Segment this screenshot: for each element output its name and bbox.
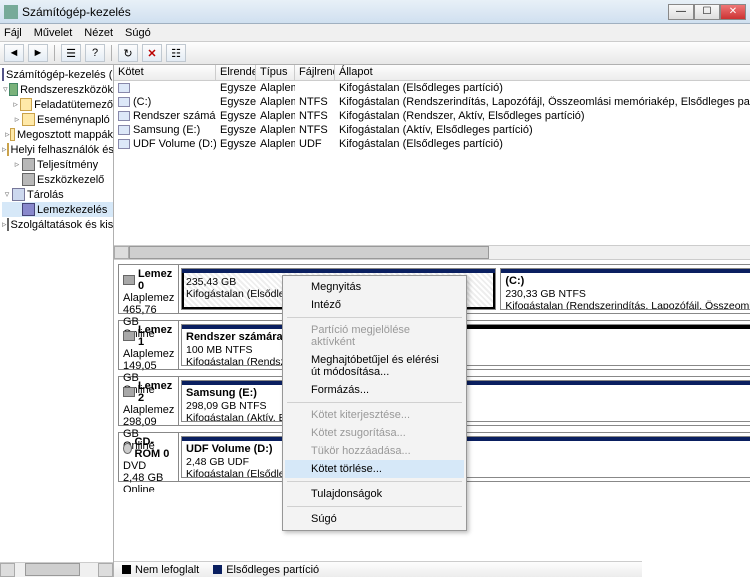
volume-row[interactable]: EgyszerűAlaplemezKifogástalan (Elsődlege… <box>114 81 750 95</box>
tree-root[interactable]: Számítógép-kezelés (Helyi) <box>2 67 113 82</box>
col-fajrendszer[interactable]: Fájlrendszer <box>295 65 335 80</box>
help-button[interactable]: ? <box>85 44 105 62</box>
view-list-button[interactable]: ☰ <box>61 44 81 62</box>
col-kotet[interactable]: Kötet <box>114 65 216 80</box>
delete-button[interactable]: ✕ <box>142 44 162 62</box>
legend-unalloc: Nem lefoglalt <box>135 564 199 576</box>
menu-file[interactable]: Fájl <box>4 27 22 39</box>
tree-sched[interactable]: ▹Feladatütemező <box>2 97 113 112</box>
disk-0-part-1[interactable]: (C:) 230,33 GB NTFS Kifogástalan (Rendsz… <box>500 268 750 310</box>
back-button[interactable]: ◄ <box>4 44 24 62</box>
legend-primary: Elsődleges partíció <box>226 564 319 576</box>
refresh-button[interactable]: ↻ <box>118 44 138 62</box>
ctx-change-drive-letter[interactable]: Meghajtóbetűjel és elérési út módosítása… <box>285 351 464 381</box>
minimize-button[interactable]: — <box>668 4 694 20</box>
menu-action[interactable]: Művelet <box>34 27 73 39</box>
maximize-button[interactable]: ☐ <box>694 4 720 20</box>
context-menu: Megnyitás Intéző Partíció megjelölése ak… <box>282 275 467 531</box>
tree-storage[interactable]: ▿Tárolás <box>2 187 113 202</box>
ctx-help[interactable]: Súgó <box>285 510 464 528</box>
disk-2-header[interactable]: Lemez 2 Alaplemez298,09 GBOnline <box>119 377 179 425</box>
menu-bar: Fájl Művelet Nézet Súgó <box>0 24 750 42</box>
tree-evt[interactable]: ▹Eseménynapló <box>2 112 113 127</box>
title-bar: Számítógép-kezelés — ☐ ✕ <box>0 0 750 24</box>
app-icon <box>4 5 18 19</box>
window-title: Számítógép-kezelés <box>22 5 668 19</box>
tree-diskmgmt[interactable]: Lemezkezelés <box>2 202 113 217</box>
ctx-mark-active[interactable]: Partíció megjelölése aktívként <box>285 321 464 351</box>
ctx-format[interactable]: Formázás... <box>285 381 464 399</box>
ctx-shrink[interactable]: Kötet zsugorítása... <box>285 424 464 442</box>
settings-button[interactable]: ☷ <box>166 44 186 62</box>
tree-systools[interactable]: ▿Rendszereszközök <box>2 82 113 97</box>
tree-devmgr[interactable]: Eszközkezelő <box>2 172 113 187</box>
col-allapot[interactable]: Állapot <box>335 65 750 80</box>
volume-icon <box>118 83 130 93</box>
center-hscroll[interactable] <box>114 245 750 260</box>
disk-icon <box>123 275 135 285</box>
forward-button[interactable]: ► <box>28 44 48 62</box>
ctx-delete-volume[interactable]: Kötet törlése... <box>285 460 464 478</box>
menu-help[interactable]: Súgó <box>125 27 151 39</box>
volume-row[interactable]: Rendszer számára fenntartottEgyszerűAlap… <box>114 109 750 123</box>
ctx-extend[interactable]: Kötet kiterjesztése... <box>285 406 464 424</box>
ctx-mirror[interactable]: Tükör hozzáadása... <box>285 442 464 460</box>
volume-header: Kötet Elrendezés Típus Fájlrendszer Álla… <box>114 65 750 81</box>
disk-icon <box>123 331 135 341</box>
volume-icon <box>118 125 130 135</box>
legend-bar: Nem lefoglalt Elsődleges partíció <box>114 561 642 577</box>
col-tipus[interactable]: Típus <box>256 65 295 80</box>
col-elrendezes[interactable]: Elrendezés <box>216 65 256 80</box>
volume-icon <box>118 97 130 107</box>
ctx-open[interactable]: Megnyitás <box>285 278 464 296</box>
toolbar: ◄ ► ☰ ? ↻ ✕ ☷ <box>0 42 750 65</box>
tree-perf[interactable]: ▹Teljesítmény <box>2 157 113 172</box>
disk-icon <box>123 387 135 397</box>
volume-row[interactable]: UDF Volume (D:)EgyszerűAlaplemezUDFKifog… <box>114 137 750 151</box>
cd-icon <box>123 443 132 454</box>
volume-icon <box>118 139 130 149</box>
volume-icon <box>118 111 130 121</box>
disk-0-header[interactable]: Lemez 0 Alaplemez465,76 GBOnline <box>119 265 179 313</box>
close-button[interactable]: ✕ <box>720 4 746 20</box>
cdrom-0-header[interactable]: CD-ROM 0 DVD2,48 GBOnline <box>119 433 179 481</box>
nav-tree[interactable]: Számítógép-kezelés (Helyi) ▿Rendszereszk… <box>0 65 113 562</box>
tree-hscroll[interactable] <box>0 562 113 577</box>
menu-view[interactable]: Nézet <box>84 27 113 39</box>
disk-1-header[interactable]: Lemez 1 Alaplemez149,05 GBOnline <box>119 321 179 369</box>
volume-row[interactable]: (C:)EgyszerűAlaplemezNTFSKifogástalan (R… <box>114 95 750 109</box>
tree-users[interactable]: ▹Helyi felhasználók és csoportok <box>2 142 113 157</box>
tree-shared[interactable]: ▹Megosztott mappák <box>2 127 113 142</box>
ctx-properties[interactable]: Tulajdonságok <box>285 485 464 503</box>
volume-list[interactable]: EgyszerűAlaplemezKifogástalan (Elsődlege… <box>114 81 750 151</box>
volume-row[interactable]: Samsung (E:)EgyszerűAlaplemezNTFSKifogás… <box>114 123 750 137</box>
tree-services[interactable]: ▹Szolgáltatások és kiszolgálói alkalmazá… <box>2 217 113 232</box>
ctx-explore[interactable]: Intéző <box>285 296 464 314</box>
